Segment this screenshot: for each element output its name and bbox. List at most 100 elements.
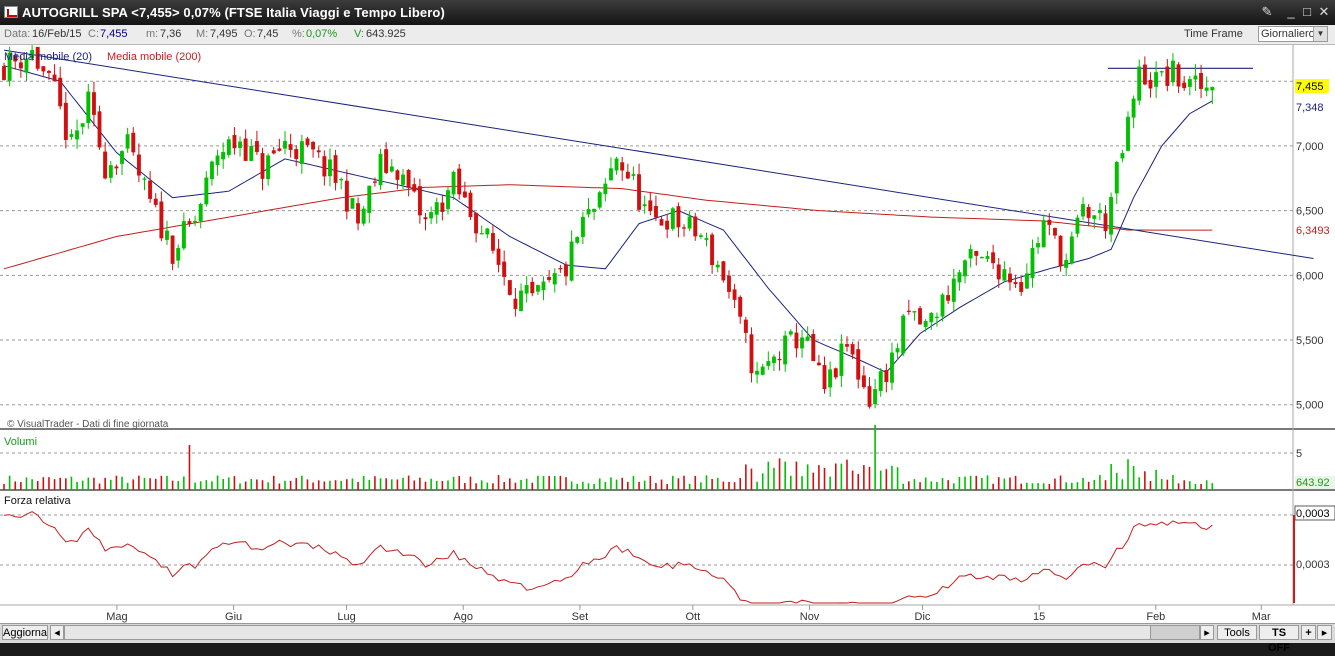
candle-body [519,290,523,312]
candle-body [1075,217,1080,234]
wrench-icon[interactable]: ✎ [1258,3,1276,21]
candle-body [1103,213,1108,232]
candle-body [794,332,799,349]
candle-body [47,70,51,73]
candle-body [1041,220,1046,248]
horizontal-scrollbar[interactable] [64,625,1200,640]
candle-body [659,219,664,226]
candle-body [311,141,316,150]
play-icon[interactable]: ▸ [1317,625,1332,640]
candle-body [187,221,192,224]
aggiorna-button[interactable]: Aggiorna [2,625,48,640]
candle-body [58,77,63,107]
volume-value: 643.925 [366,28,406,40]
tools-button[interactable]: Tools [1217,625,1257,640]
candle-body [918,308,923,325]
candle-body [878,371,883,392]
candle-body [940,294,945,317]
x-tick-label: Feb [1146,611,1165,623]
candle-body [901,315,906,354]
candle-body [625,171,630,179]
candle-body [226,139,231,156]
candle-body [434,202,439,215]
candle-body [682,227,686,229]
candle-body [1114,162,1119,194]
candle-body [52,74,57,82]
candle-body [715,264,720,268]
candle-body [131,132,136,153]
candle-body [1193,75,1198,80]
candle-body [670,208,675,229]
candle-body [1069,236,1074,264]
x-tick-label: Giu [225,611,242,623]
candle-body [1148,79,1153,89]
candle-body [934,316,939,319]
candle-body [1097,210,1102,213]
candle-body [951,278,956,302]
timeframe-select[interactable]: Giornaliero ▼ [1258,26,1328,42]
maximize-button[interactable]: □ [1298,3,1316,21]
candle-body [833,368,838,378]
candle-body [676,206,681,228]
pct-label: %: [292,28,305,40]
legend-ma200: Media mobile (200) [107,51,201,63]
ma20-value-label: 7,348 [1296,102,1324,114]
x-tick-label: Mag [106,611,127,623]
candle-body [1052,227,1057,236]
close-button[interactable]: ✕ [1315,3,1333,21]
candle-body [2,66,6,81]
candle-body [946,295,951,301]
ts-off-button[interactable]: TS OFF [1259,625,1299,654]
candle-body [1187,79,1192,87]
chevron-right-icon[interactable]: ▸ [1200,625,1214,640]
candle-body [97,111,102,148]
candle-body [496,248,501,265]
candle-body [856,349,861,380]
candle-body [1019,282,1024,292]
plus-button[interactable]: + [1301,625,1316,640]
candle-body [816,362,821,366]
candle-body [631,174,636,176]
candle-body [18,62,23,69]
candle-body [979,256,984,259]
candle-body [271,150,276,154]
last-price-label: 7,455 [1296,81,1324,93]
candle-body [963,260,967,277]
candle-body [339,178,344,181]
candle-body [384,149,389,173]
data-label: Data: [4,28,31,40]
candle-body [1013,282,1018,285]
candle-body [361,208,366,224]
y-tick-label: 7,000 [1296,141,1324,153]
candle-body [198,203,203,222]
candle-body [867,386,872,407]
candle-body [1210,86,1215,91]
scrollbar-thumb[interactable] [1150,625,1200,640]
candle-body [193,220,198,223]
x-tick-label: Set [572,611,589,623]
open-value: 7,45 [257,28,279,40]
candle-body [704,238,709,240]
candle-body [890,352,894,383]
chevron-left-icon[interactable]: ◂ [50,625,64,640]
candle-body [1036,243,1041,248]
candle-body [687,216,692,229]
candle-body [395,170,400,180]
candle-body [580,216,585,238]
volume-label: V: [354,28,364,40]
candle-body [1159,71,1164,73]
low-label: m: [146,28,159,40]
candle-body [558,268,563,270]
candle-body [328,159,332,177]
candle-body [564,264,568,277]
chart-area[interactable]: 5,000 5,500 6,000 6,500 7,000 Media mobile (2… [0,45,1335,623]
candle-body [777,358,782,361]
candle-body [221,152,226,160]
timeframe-label: Time Frame [1184,28,1243,40]
candle-body [710,234,715,266]
candle-body [1171,60,1175,83]
candle-body [586,209,591,215]
candle-body [530,281,535,294]
candle-body [1008,273,1012,283]
chevron-down-icon[interactable]: ▼ [1313,27,1327,41]
